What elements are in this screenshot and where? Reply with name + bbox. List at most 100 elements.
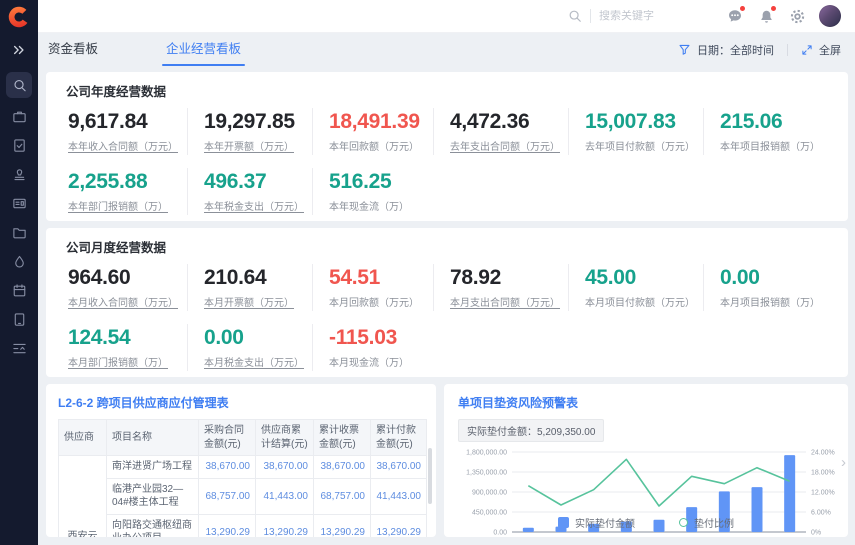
search-icon[interactable] [6, 72, 32, 98]
amount-cell[interactable]: 38,670.00 [199, 456, 256, 479]
x-axis-label: 宏湖国际写字楼改配电工程 [596, 536, 636, 537]
kpi-item: 964.60本月收入合同额（万元） [66, 264, 187, 311]
svg-text:迎宾学府二期(1#2#3#4#5#住宅楼、地下车库及门卫): 迎宾学府二期(1#2#3#4#5#住宅楼、地下车库及门卫) [754, 536, 809, 537]
kpi-item: -115.03本月现金流（万） [312, 324, 433, 371]
kpi-value: 210.64 [204, 266, 304, 289]
tablet-icon[interactable] [6, 308, 32, 330]
avatar[interactable] [819, 5, 841, 27]
svg-text:0.00: 0.00 [493, 530, 507, 537]
svg-text:18.00%: 18.00% [811, 470, 835, 477]
amount-cell[interactable]: 13,290.29 [256, 514, 314, 537]
x-axis-label: 嘉诚万达项目 [694, 536, 729, 537]
risk-chart-title: 单项目垫资风险预警表 [458, 394, 838, 411]
svg-text:1,800,000.00: 1,800,000.00 [466, 450, 507, 457]
legend-item[interactable]: 实际垫付金额 [558, 515, 635, 530]
carousel-next-icon[interactable]: › [841, 455, 846, 470]
id-card-icon[interactable] [6, 192, 32, 214]
kpi-label[interactable]: 本月部门报销额（万） [68, 354, 179, 369]
bell-icon[interactable] [757, 7, 775, 25]
amount-cell[interactable]: 38,670.00 [256, 456, 314, 479]
amount-cell[interactable]: 68,757.00 [314, 478, 371, 514]
project-name-cell: 临港产业园32—04#楼主体工程 [107, 478, 199, 514]
bottom-row: L2-6-2 跨项目供应商应付管理表 供应商项目名称采购合同金额(元)供应商累计… [46, 384, 848, 537]
kpi-value: 78.92 [450, 266, 560, 289]
kpi-value: 516.25 [329, 170, 425, 193]
amount-cell[interactable]: 41,443.00 [371, 478, 427, 514]
kpi-item: 18,491.39本年回款额（万元） [312, 108, 433, 155]
kpi-item: 19,297.85本年开票额（万元） [187, 108, 312, 155]
amount-cell[interactable]: 13,290.29 [371, 514, 427, 537]
amount-cell[interactable]: 38,670.00 [314, 456, 371, 479]
bank-icon[interactable] [6, 105, 32, 127]
kpi-value: 124.54 [68, 326, 179, 349]
x-axis-label: 鄂比特中山小学项目 [661, 536, 701, 537]
toolbar-divider [787, 44, 788, 56]
ink-drop-icon[interactable] [6, 250, 32, 272]
amount-cell[interactable]: 13,290.29 [199, 514, 256, 537]
kpi-value: 2,255.88 [68, 170, 179, 193]
message-icon[interactable] [726, 7, 744, 25]
table-column-header: 项目名称 [107, 420, 199, 456]
kpi-label[interactable]: 本年税金支出（万元） [204, 198, 304, 213]
svg-text:鄂比特中山小学项目: 鄂比特中山小学项目 [661, 536, 701, 537]
kpi-label: 本月项目付款额（万元） [585, 294, 695, 309]
kpi-label[interactable]: 本月税金支出（万元） [204, 354, 304, 369]
kpi-label[interactable]: 去年支出合同额（万元） [450, 138, 560, 153]
kpi-label[interactable]: 本月开票额（万元） [204, 294, 304, 309]
table-column-header: 供应商累计结算(元) [256, 420, 314, 456]
amount-cell[interactable]: 41,443.00 [256, 478, 314, 514]
folder-icon[interactable] [6, 221, 32, 243]
app-root: 资金看板 企业经营看板 日期：全部时间 全屏 [0, 0, 855, 545]
unread-badge [740, 6, 745, 11]
amount-cell[interactable]: 68,757.00 [199, 478, 256, 514]
tab-enterprise-dashboard[interactable]: 企业经营看板 [166, 33, 241, 66]
table-row: 临港产业园32—04#楼主体工程68,757.0041,443.0068,757… [59, 478, 427, 514]
search-divider [590, 9, 591, 23]
table-column-header: 累计收票金额(元) [314, 420, 371, 456]
sidebar-expand-icon[interactable] [0, 33, 38, 66]
amount-cell[interactable]: 38,670.00 [371, 456, 427, 479]
legend-line-swatch [679, 518, 688, 527]
kpi-label[interactable]: 本月支出合同额（万元） [450, 294, 560, 309]
table-row: 西安云峰建材有限公司南洋进贤广场工程38,670.0038,670.0038,6… [59, 456, 427, 479]
document-check-icon[interactable] [6, 134, 32, 156]
kpi-label[interactable]: 本年收入合同额（万元） [68, 138, 179, 153]
table-scrollbar[interactable] [428, 448, 432, 504]
search-input[interactable] [599, 10, 695, 22]
funnel-icon [678, 43, 691, 56]
kpi-item: 2,255.88 本年部门报销额（万） [66, 168, 187, 215]
search-icon[interactable] [568, 9, 582, 23]
amount-cell[interactable]: 13,290.29 [314, 514, 371, 537]
stamp-icon[interactable] [6, 163, 32, 185]
tab-fund-dashboard[interactable]: 资金看板 [48, 33, 98, 66]
legend-item[interactable]: 垫付比例 [679, 515, 734, 530]
calendar-icon[interactable] [6, 279, 32, 301]
fullscreen-button[interactable]: 全屏 [801, 42, 841, 58]
kpi-value: 0.00 [720, 266, 820, 289]
x-axis-label: 迎宾学府二期(1#2#3#4#5#住宅楼、地下车库及门卫) [754, 536, 809, 537]
notification-badge [771, 6, 776, 11]
sidebar-icon-list [6, 72, 32, 359]
table-column-header: 采购合同金额(元) [199, 420, 256, 456]
kpi-item: 9,617.84本年收入合同额（万元） [66, 108, 187, 155]
project-name-cell: 向阳路交通枢纽商业办公项目 [107, 514, 199, 537]
kpi-item: 210.64 本月开票额（万元） [187, 264, 312, 311]
annual-kpi-card: 公司年度经营数据 9,617.84本年收入合同额（万元）19,297.85本年开… [46, 72, 848, 221]
kpi-label[interactable]: 本年开票额（万元） [204, 138, 304, 153]
gear-icon[interactable] [788, 7, 806, 25]
monthly-card-title: 公司月度经营数据 [66, 237, 828, 256]
kpi-item: 0.00本月税金支出（万元） [187, 324, 312, 371]
kpi-value: 45.00 [585, 266, 695, 289]
kpi-label[interactable]: 本年部门报销额（万） [68, 198, 179, 213]
kpi-label: 本月回款额（万元） [329, 294, 425, 309]
date-filter[interactable]: 日期：全部时间 [678, 42, 774, 58]
kpi-item: 215.06本年项目报销额（万） [703, 108, 828, 155]
kpi-label[interactable]: 本月收入合同额（万元） [68, 294, 179, 309]
dashboard-toolbar: 日期：全部时间 全屏 [678, 42, 841, 58]
x-axis-label: 熙隆汇综合体开发项目二期工程 [563, 536, 609, 537]
kpi-item: 45.00 本月项目付款额（万元） [568, 264, 703, 311]
svg-text:宏湖国际写字楼改配电工程: 宏湖国际写字楼改配电工程 [596, 536, 636, 537]
report-icon[interactable] [6, 337, 32, 359]
svg-text:900,000.00: 900,000.00 [472, 490, 507, 497]
svg-text:12.00%: 12.00% [811, 490, 835, 497]
